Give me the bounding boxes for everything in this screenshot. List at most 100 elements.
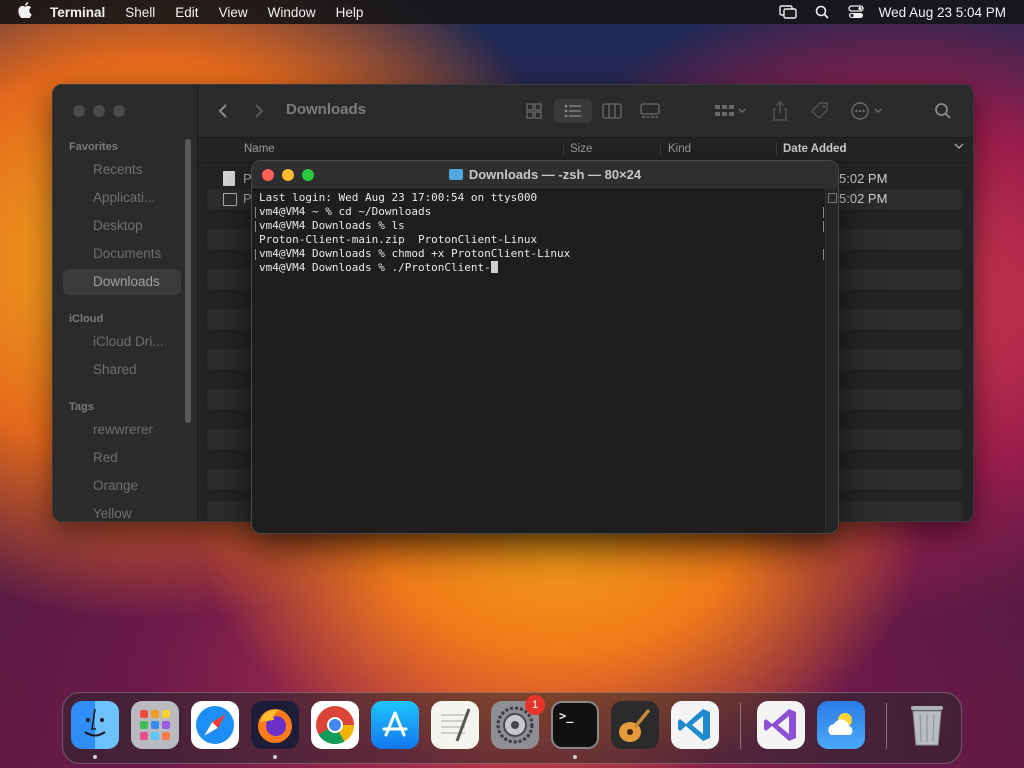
line-mark (823, 221, 824, 232)
terminal-line: vm4@VM4 ~ % cd ~/Downloads (255, 205, 824, 219)
apple-menu-icon[interactable] (0, 1, 40, 23)
column-separator (563, 143, 564, 157)
finder-zoom-button[interactable] (113, 105, 125, 117)
menu-window[interactable]: Window (258, 5, 326, 20)
screen-mirroring-icon[interactable] (777, 4, 799, 20)
sidebar-tag-rewwrerer[interactable]: rewwrerer (63, 417, 181, 443)
folder-icon (448, 169, 463, 180)
finder-minimize-button[interactable] (93, 105, 105, 117)
file-date-added: 5:02 PM (839, 171, 888, 186)
column-size[interactable]: Size (570, 143, 592, 155)
column-separator (660, 143, 661, 157)
terminal-line: vm4@VM4 Downloads % chmod +x ProtonClien… (255, 247, 824, 261)
column-view-icon[interactable] (602, 99, 622, 123)
icon-view-icon[interactable] (526, 99, 542, 123)
sidebar-item-shared[interactable]: Shared (63, 357, 181, 383)
dock-firefox-icon[interactable] (251, 701, 299, 749)
menu-bar: Terminal Shell Edit View Window Help Wed… (0, 0, 1024, 24)
terminal-window[interactable]: Downloads — -zsh — 80×24 Last login: Wed… (251, 160, 839, 534)
search-icon[interactable] (934, 99, 952, 123)
control-center-icon[interactable] (845, 4, 867, 20)
dock-safari-icon[interactable] (191, 701, 239, 749)
terminal-line-text: vm4@VM4 Downloads % ls (259, 219, 405, 232)
dock-weather-icon[interactable] (817, 701, 865, 749)
sidebar-tags-header: Tags (69, 401, 94, 413)
menu-shell[interactable]: Shell (115, 5, 165, 20)
dock-divider (740, 703, 741, 749)
dock-launchpad-icon[interactable] (131, 701, 179, 749)
column-separator (776, 143, 777, 157)
running-indicator (273, 755, 277, 759)
dock-garageband-icon[interactable] (611, 701, 659, 749)
share-icon[interactable] (772, 99, 788, 123)
line-mark (823, 249, 824, 260)
sidebar-item-recents[interactable]: Recents (63, 157, 181, 183)
terminal-output[interactable]: Last login: Wed Aug 23 17:00:54 on ttys0… (255, 191, 824, 533)
finder-sidebar: Favorites Recents Applicati... Desktop D… (53, 85, 198, 521)
dock-terminal-icon[interactable]: >_ (551, 701, 599, 749)
sidebar-item-applications[interactable]: Applicati... (63, 185, 181, 211)
dock-chrome-icon[interactable] (311, 701, 359, 749)
menu-view[interactable]: View (209, 5, 258, 20)
scroll-marker-icon (828, 193, 837, 203)
dock-visual-studio-icon[interactable] (757, 701, 805, 749)
sidebar-item-documents[interactable]: Documents (63, 241, 181, 267)
sidebar-icloud-header: iCloud (69, 313, 104, 325)
forward-chevron-icon[interactable] (254, 99, 264, 123)
finder-window-controls (73, 105, 125, 117)
executable-file-icon (223, 193, 237, 206)
menu-help[interactable]: Help (326, 5, 374, 20)
sidebar-item-icloud-drive[interactable]: iCloud Dri... (63, 329, 181, 355)
list-view-icon[interactable] (554, 99, 592, 123)
line-mark (823, 207, 824, 218)
finder-location-title: Downloads (286, 101, 367, 118)
gallery-view-icon[interactable] (640, 99, 660, 123)
terminal-scrollbar[interactable] (825, 189, 838, 533)
terminal-prompt-line: vm4@VM4 Downloads % ./ProtonClient- (257, 261, 824, 275)
terminal-line: vm4@VM4 Downloads % ls (255, 219, 824, 233)
spotlight-search-icon[interactable] (811, 4, 833, 20)
sidebar-item-desktop[interactable]: Desktop (63, 213, 181, 239)
terminal-line: Proton-Client-main.zip ProtonClient-Linu… (259, 233, 538, 246)
document-file-icon (223, 171, 235, 186)
terminal-title: Downloads — -zsh — 80×24 (252, 167, 838, 182)
dock-textedit-icon[interactable] (431, 701, 479, 749)
sidebar-tag-red[interactable]: Red (63, 445, 181, 471)
dock-finder-icon[interactable] (71, 701, 119, 749)
dock: 1 >_ (62, 692, 962, 764)
sidebar-tag-yellow[interactable]: Yellow (63, 501, 181, 521)
app-menu-terminal[interactable]: Terminal (40, 5, 115, 20)
back-chevron-icon[interactable] (218, 99, 228, 123)
dock-divider (886, 703, 887, 749)
terminal-title-text: Downloads — -zsh — 80×24 (468, 167, 642, 182)
terminal-line-text: vm4@VM4 Downloads % ./ProtonClient- (259, 261, 491, 274)
terminal-line: Last login: Wed Aug 23 17:00:54 on ttys0… (259, 191, 538, 204)
sort-chevron-down-icon[interactable] (954, 141, 964, 154)
group-by-icon[interactable] (714, 99, 748, 123)
column-kind[interactable]: Kind (668, 143, 691, 155)
terminal-titlebar[interactable]: Downloads — -zsh — 80×24 (252, 161, 838, 190)
dock-vscode-icon[interactable] (671, 701, 719, 749)
tag-icon[interactable] (810, 99, 830, 123)
running-indicator (93, 755, 97, 759)
finder-toolbar: Downloads (198, 85, 973, 138)
sidebar-scrollbar[interactable] (185, 139, 191, 423)
menu-clock[interactable]: Wed Aug 23 5:04 PM (873, 5, 1024, 20)
file-date-added: 5:02 PM (839, 191, 888, 206)
sidebar-item-downloads[interactable]: Downloads (63, 269, 181, 295)
dock-trash-icon[interactable] (903, 701, 951, 749)
menu-edit[interactable]: Edit (165, 5, 208, 20)
terminal-line-text: vm4@VM4 Downloads % chmod +x ProtonClien… (259, 247, 571, 260)
column-date-added[interactable]: Date Added (783, 143, 846, 155)
dock-app-store-icon[interactable] (371, 701, 419, 749)
terminal-prompt-icon: >_ (559, 709, 574, 723)
sidebar-favorites-header: Favorites (69, 141, 118, 153)
sidebar-tag-orange[interactable]: Orange (63, 473, 181, 499)
finder-close-button[interactable] (73, 105, 85, 117)
running-indicator (573, 755, 577, 759)
notification-badge: 1 (525, 695, 545, 715)
dock-system-settings-icon[interactable]: 1 (491, 695, 545, 749)
more-actions-icon[interactable] (850, 99, 886, 123)
terminal-line-text: vm4@VM4 ~ % cd ~/Downloads (259, 205, 432, 218)
column-name[interactable]: Name (244, 143, 275, 155)
